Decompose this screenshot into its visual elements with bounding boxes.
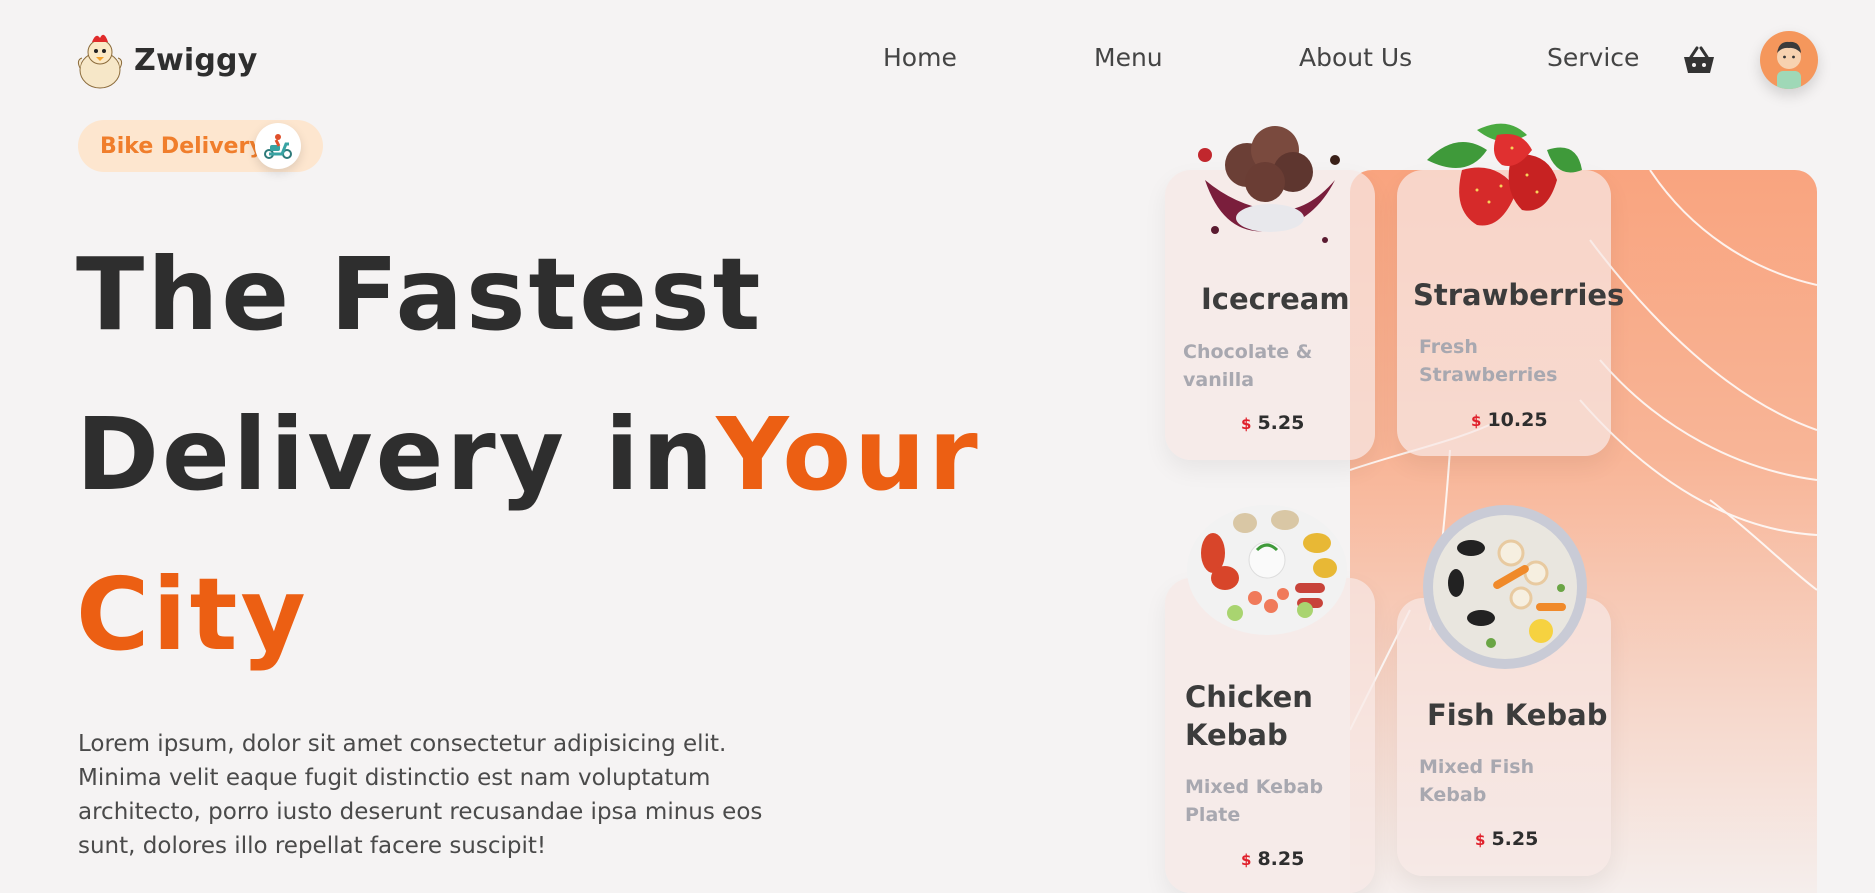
- price-value: 5.25: [1257, 412, 1305, 434]
- product-name: Icecream: [1201, 282, 1350, 316]
- price-value: 8.25: [1257, 848, 1305, 870]
- currency-symbol: $: [1241, 851, 1252, 869]
- nav-item-home[interactable]: Home: [883, 43, 957, 72]
- hero-title-line-3: City: [76, 535, 981, 695]
- hero-title-line-1: The Fastest: [76, 236, 764, 353]
- product-name: Chicken Kebab: [1185, 680, 1313, 752]
- product-card-fish-kebab[interactable]: Fish Kebab Mixed Fish Kebab $5.25: [1397, 505, 1611, 876]
- product-description: Fresh Strawberries: [1419, 336, 1558, 386]
- currency-symbol: $: [1475, 831, 1486, 849]
- product-price: $5.25: [1241, 412, 1304, 434]
- product-name: Strawberries: [1413, 278, 1625, 312]
- hero-title-plain: Delivery in: [76, 396, 717, 513]
- basket-icon[interactable]: [1682, 45, 1716, 75]
- hero-description: Lorem ipsum, dolor sit amet consectetur …: [78, 731, 763, 859]
- hero-title-city: City: [76, 556, 309, 673]
- hero-title: The Fastest Delivery inYour City: [76, 215, 981, 695]
- product-price: $5.25: [1475, 828, 1538, 850]
- nav-item-service[interactable]: Service: [1547, 43, 1639, 72]
- hero-title-accent: Your: [716, 396, 981, 513]
- product-price: $10.25: [1471, 409, 1548, 431]
- product-description: Chocolate & vanilla: [1183, 341, 1313, 391]
- product-description: Mixed Fish Kebab: [1419, 756, 1535, 806]
- price-value: 10.25: [1487, 409, 1548, 431]
- user-avatar-icon: [1777, 41, 1801, 89]
- currency-symbol: $: [1471, 412, 1482, 430]
- nav-item-menu[interactable]: Menu: [1094, 43, 1163, 72]
- product-price: $8.25: [1241, 848, 1304, 870]
- product-card-icecream[interactable]: Icecream Chocolate & vanilla $5.25: [1165, 126, 1375, 460]
- product-card-chicken-kebab[interactable]: Chicken Kebab Mixed Kebab Plate $8.25: [1165, 505, 1375, 893]
- nav-item-about-us[interactable]: About Us: [1299, 43, 1412, 72]
- header: Zwiggy Home Menu About Us Service: [0, 0, 1875, 118]
- icecream-image: [1198, 126, 1340, 243]
- chicken-kebab-image: [1187, 505, 1347, 635]
- currency-symbol: $: [1241, 415, 1252, 433]
- product-description: Mixed Kebab Plate: [1185, 776, 1324, 826]
- strawberries-image: [1427, 123, 1582, 226]
- fish-kebab-image: [1423, 505, 1587, 669]
- main-nav: Home Menu About Us Service: [0, 43, 1875, 79]
- product-name: Fish Kebab: [1427, 698, 1608, 732]
- user-avatar[interactable]: [1760, 31, 1818, 89]
- hero-title-line-2: Delivery inYour: [76, 375, 981, 535]
- delivery-badge: Bike Delivery: [78, 120, 323, 172]
- product-card-strawberries[interactable]: Strawberries Fresh Strawberries $10.25: [1397, 123, 1624, 456]
- price-value: 5.25: [1491, 828, 1539, 850]
- badge-label: Bike Delivery: [100, 133, 264, 159]
- scooter-icon: [255, 123, 301, 169]
